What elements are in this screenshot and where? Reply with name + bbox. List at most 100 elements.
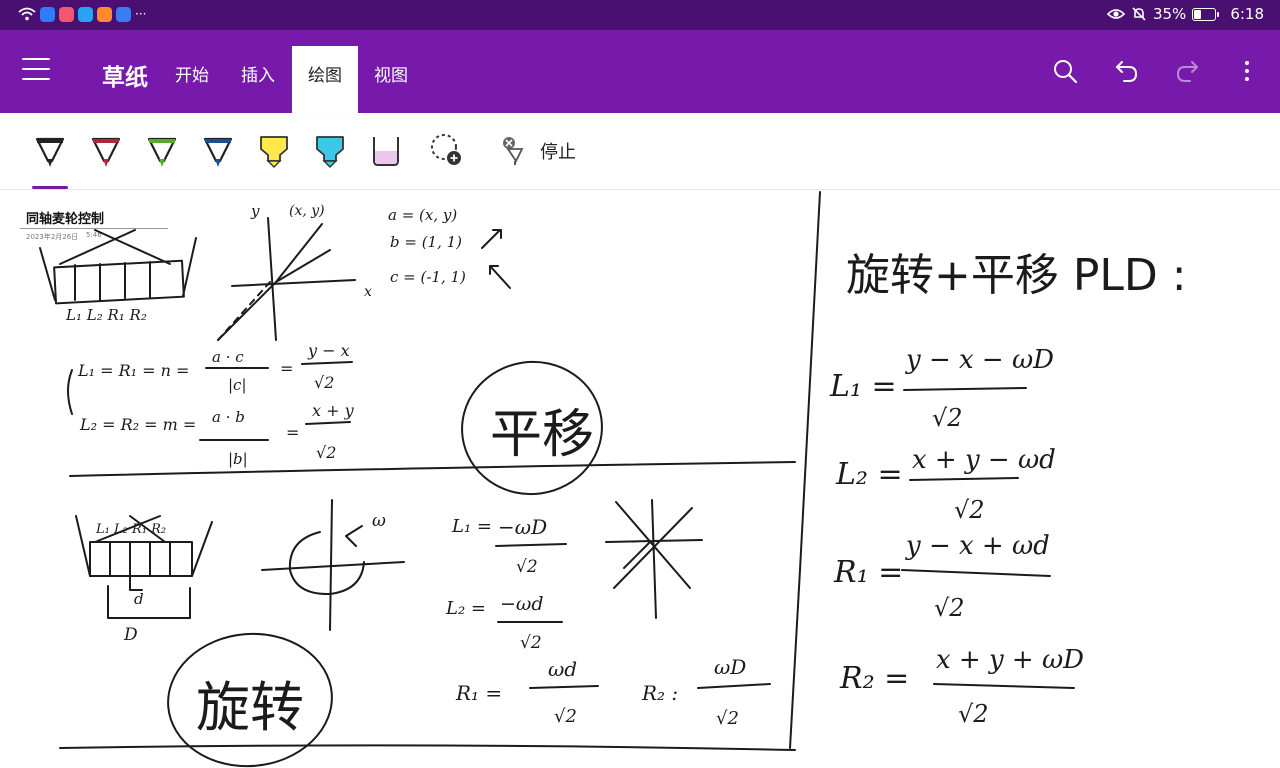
wheel-diagram-top: L₁ L₂ R₁ R₂: [39, 229, 197, 324]
status-bar: ··· 35% 6:18: [0, 0, 1280, 30]
more-notifications: ···: [135, 7, 147, 21]
combined-title: 旋转+平移 PLD :: [846, 250, 1187, 301]
security-app-icon: [40, 6, 55, 22]
lasso-add-icon[interactable]: [428, 131, 468, 171]
undo-icon[interactable]: [1112, 56, 1142, 86]
svg-text:=: =: [280, 359, 293, 378]
comb-r1-name: R₁ =: [833, 555, 903, 590]
eq1-result-top: y − x: [307, 341, 350, 360]
eq2-result-bottom: √2: [316, 443, 336, 462]
comb-l1-bottom: √2: [932, 404, 963, 432]
selected-pen-indicator: [32, 186, 68, 189]
comb-l1-top: y − x − ωD: [905, 345, 1054, 375]
highlighter-yellow-icon[interactable]: [254, 131, 294, 171]
pen-red-icon[interactable]: [86, 131, 126, 171]
eq2-result-top: x + y: [312, 401, 355, 420]
comb-l2-bottom: √2: [954, 496, 985, 524]
rot-r2-top: ωD: [714, 655, 746, 679]
rot-r2-name: R₂ :: [641, 681, 678, 705]
pen-blue-icon[interactable]: [198, 131, 238, 171]
comb-l2-top: x + y − ωd: [912, 445, 1056, 475]
projection-equations: L₁ = R₁ = n = a · c |c| = y − x √2 L₂ = …: [67, 341, 355, 468]
d-label: d: [134, 590, 144, 608]
rotation-sketch: ω: [261, 499, 405, 631]
pen-green-icon[interactable]: [142, 131, 182, 171]
rot-l2-bottom: √2: [520, 633, 542, 653]
battery-percent: 35%: [1152, 5, 1187, 23]
rot-l2-name: L₂ =: [445, 598, 486, 619]
comb-r1-top: y − x + ωd: [905, 531, 1050, 561]
eq1-left: L₁ = R₁ = n =: [77, 361, 189, 380]
axis-y-label: y: [250, 202, 260, 220]
D-label: D: [123, 625, 138, 645]
eq2-fraction-top: a · b: [212, 408, 245, 426]
search-icon[interactable]: [1050, 56, 1080, 86]
stop-label: 停止: [540, 142, 576, 163]
tab-view[interactable]: 视图: [362, 46, 420, 113]
omega-label: ω: [372, 511, 386, 531]
rot-r2-bottom: √2: [716, 708, 739, 729]
wheel-labels-top: L₁ L₂ R₁ R₂: [65, 306, 147, 324]
divider-horizontal-top: [69, 461, 796, 477]
rot-r1-bottom: √2: [554, 706, 577, 727]
stop-pen-icon: [503, 137, 524, 165]
video-app-icon: [97, 6, 112, 22]
eq2-fraction-bottom: |b|: [228, 450, 248, 468]
drawing-canvas[interactable]: 同轴麦轮控制 2023年2月26日 5:46 L₁ L₂ R₁ R₂ y (x,…: [0, 190, 1280, 768]
eq1-fraction-bottom: |c|: [228, 376, 247, 394]
mail-app-icon: [116, 6, 131, 22]
star-sketch: [605, 499, 703, 619]
notebook-title[interactable]: 草纸: [102, 58, 148, 92]
comb-r1-bottom: √2: [934, 594, 965, 622]
comb-r2-bottom: √2: [958, 700, 989, 728]
tab-draw[interactable]: 绘图: [292, 46, 358, 113]
comb-l1-name: L₁ =: [829, 369, 897, 404]
more-vert-icon[interactable]: [1232, 56, 1262, 86]
mute-bell-icon: [1132, 7, 1146, 21]
rot-r1-name: R₁ =: [455, 681, 502, 705]
translation-label: 平移: [490, 405, 594, 465]
divider-vertical: [789, 191, 821, 749]
rotation-label: 旋转: [196, 676, 304, 739]
rot-l1-name: L₁ =: [451, 516, 492, 537]
wifi-icon: [18, 7, 36, 21]
rotation-equations: L₁ = −ωD √2 L₂ = −ωd √2 R₁ = ωd √2 R₂ : …: [445, 515, 771, 729]
highlighter-cyan-icon[interactable]: [310, 131, 350, 171]
rot-l1-bottom: √2: [516, 557, 538, 577]
vector-b-def: b = (1, 1): [390, 233, 462, 251]
eq1-fraction-top: a · c: [212, 348, 244, 366]
rot-l1-top: −ωD: [498, 515, 547, 539]
comb-r2-top: x + y + ωD: [936, 645, 1084, 675]
eye-icon: [1106, 9, 1125, 19]
vector-c-def: c = (-1, 1): [390, 268, 466, 286]
hamburger-menu-icon[interactable]: [22, 58, 50, 84]
ink-layer: L₁ L₂ R₁ R₂ y (x, y) x a = (x, y) b = (1…: [39, 191, 1187, 768]
comb-r2-name: R₂ =: [839, 661, 909, 696]
tab-insert[interactable]: 插入: [229, 46, 287, 113]
combined-formulas: 旋转+平移 PLD : L₁ = y − x − ωD √2 L₂ = x + …: [829, 250, 1187, 728]
tab-home[interactable]: 开始: [163, 46, 221, 113]
circled-rotation: 旋转: [167, 632, 333, 768]
rot-l2-top: −ωd: [500, 593, 544, 615]
axis-x-label: x: [364, 284, 372, 300]
point-label: (x, y): [289, 203, 325, 219]
redo-icon[interactable]: [1172, 56, 1202, 86]
eq1-result-bottom: √2: [314, 373, 334, 392]
comb-l2-name: L₂ =: [835, 457, 903, 492]
vector-a-def: a = (x, y): [388, 206, 457, 224]
vector-axes: y (x, y) x a = (x, y) b = (1, 1) c = (-1…: [217, 202, 511, 341]
clock: 6:18: [1230, 5, 1264, 23]
highlighter-pink-icon[interactable]: [366, 131, 406, 171]
search-app-icon: [78, 6, 93, 22]
stop-drawing-button[interactable]: 停止: [500, 133, 576, 169]
pen-black-icon[interactable]: [30, 131, 70, 171]
wheel-labels-bottom: L₁ L₂ R₁ R₂: [95, 522, 166, 537]
battery-icon: [1192, 7, 1220, 21]
divider-horizontal-bottom: [59, 744, 796, 751]
app-bar: 草纸 开始 插入 绘图 视图: [0, 30, 1280, 113]
eq2-left: L₂ = R₂ = m =: [79, 415, 196, 434]
wheel-diagram-bottom: L₁ L₂ R₁ R₂ d D: [75, 515, 213, 645]
draw-ribbon: 停止: [0, 113, 1280, 190]
circled-translation: 平移: [461, 360, 603, 496]
rot-r1-top: ωd: [548, 657, 577, 681]
